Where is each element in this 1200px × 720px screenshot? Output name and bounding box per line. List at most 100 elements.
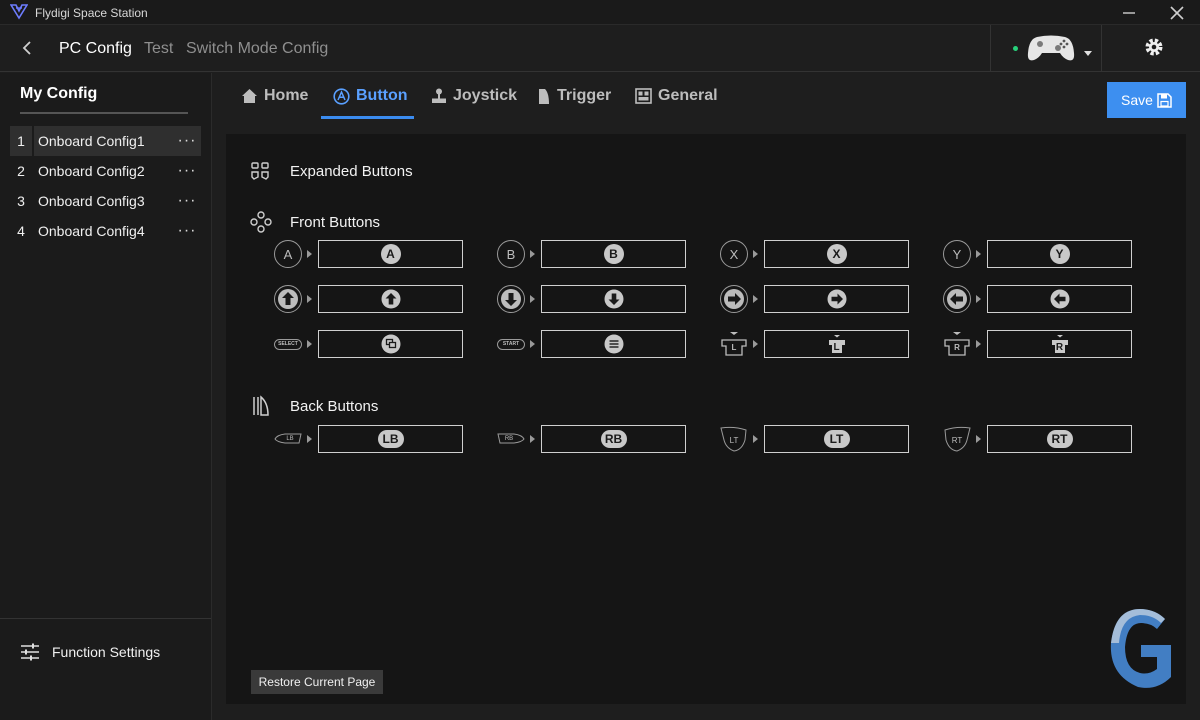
left-stick-icon: L — [827, 334, 847, 354]
save-button[interactable]: Save — [1107, 82, 1186, 118]
mapping-x: X X — [719, 239, 939, 269]
section-title: Back Buttons — [290, 397, 379, 415]
config-name: Onboard Config1 — [38, 133, 145, 149]
config-list: 1 Onboard Config1 ··· 2 Onboard Config2 … — [10, 126, 201, 246]
dpad-down-icon — [604, 289, 623, 309]
function-settings-button[interactable]: Function Settings — [20, 643, 160, 661]
lb-button-icon: LB — [273, 424, 303, 454]
mapping-target-y[interactable]: Y — [987, 240, 1132, 268]
config-item-2[interactable]: 2 Onboard Config2 ··· — [10, 156, 201, 186]
config-name: Onboard Config4 — [38, 223, 145, 239]
trigger-icon — [539, 88, 549, 104]
close-button[interactable] — [1155, 0, 1199, 25]
mapping-target-l-stick[interactable]: L — [764, 330, 909, 358]
more-options-button[interactable]: ··· — [173, 132, 201, 150]
config-number: 1 — [17, 133, 25, 149]
arrow-icon — [976, 250, 981, 258]
target-label: RB — [600, 430, 627, 448]
more-options-button[interactable]: ··· — [173, 162, 201, 180]
mapping-target-dpad-left[interactable] — [987, 285, 1132, 313]
mapping-target-dpad-down[interactable] — [541, 285, 686, 313]
select-button-icon: SELECT — [273, 329, 303, 359]
mapping-target-x[interactable]: X — [764, 240, 909, 268]
arrow-icon — [530, 295, 535, 303]
close-icon — [1170, 5, 1184, 20]
heading-underline — [20, 112, 188, 114]
tab-joystick[interactable]: Joystick — [431, 87, 517, 105]
right-stick-press-icon: R — [942, 329, 972, 359]
source-button-b: B — [496, 239, 526, 269]
divider — [32, 216, 34, 246]
arrow-icon — [976, 295, 981, 303]
settings-button[interactable] — [1143, 36, 1165, 63]
tab-button[interactable]: Button — [333, 87, 408, 105]
minimize-button[interactable] — [1107, 0, 1151, 25]
back-buttons-header: Back Buttons — [250, 395, 378, 417]
button-a-outline: A — [274, 240, 302, 268]
config-item-4[interactable]: 4 Onboard Config4 ··· — [10, 216, 201, 246]
more-options-button[interactable]: ··· — [173, 222, 201, 240]
lt-trigger-icon: LT — [719, 424, 749, 454]
top-nav: PC Config Test Switch Mode Config — [0, 25, 1200, 72]
mapping-target-a[interactable]: A — [318, 240, 463, 268]
window-title: Flydigi Space Station — [35, 6, 148, 20]
tab-general[interactable]: General — [635, 87, 718, 105]
tab-label: Joystick — [453, 87, 518, 104]
lb-label: LB — [286, 436, 294, 442]
device-selector[interactable] — [990, 25, 1102, 71]
button-x-outline: X — [720, 240, 748, 268]
mapping-dpad-down — [496, 284, 716, 314]
tab-home[interactable]: Home — [241, 87, 308, 105]
back-button[interactable] — [16, 37, 38, 59]
arrow-icon — [753, 250, 758, 258]
mapping-l-stick: L L — [719, 329, 939, 359]
joystick-icon — [432, 88, 446, 103]
mapping-target-lt[interactable]: LT — [764, 425, 909, 453]
mapping-target-dpad-up[interactable] — [318, 285, 463, 313]
mapping-target-rb[interactable]: RB — [541, 425, 686, 453]
mapping-r-stick: R R — [942, 329, 1162, 359]
section-title: Expanded Buttons — [290, 162, 413, 180]
gear-icon — [1145, 38, 1163, 56]
config-item-1[interactable]: 1 Onboard Config1 ··· — [10, 126, 201, 156]
expanded-buttons-header[interactable]: Expanded Buttons — [250, 161, 413, 181]
chevron-down-icon — [1083, 44, 1093, 62]
target-label: RT — [1046, 430, 1073, 448]
restore-current-page-button[interactable]: Restore Current Page — [251, 670, 383, 694]
arrow-icon — [753, 340, 758, 348]
mapping-a: A A — [273, 239, 493, 269]
mapping-b: B B — [496, 239, 716, 269]
mapping-rb: RB RB — [496, 424, 716, 454]
nav-tab-test[interactable]: Test — [144, 40, 173, 58]
chevron-left-icon — [22, 41, 31, 55]
config-name: Onboard Config3 — [38, 193, 145, 209]
mapping-target-select[interactable] — [318, 330, 463, 358]
dpad-up-icon — [381, 289, 400, 309]
back-buttons-icon — [253, 395, 269, 416]
connection-status-dot — [1013, 46, 1018, 51]
config-number: 3 — [17, 193, 25, 209]
mapping-target-b[interactable]: B — [541, 240, 686, 268]
mapping-target-rt[interactable]: RT — [987, 425, 1132, 453]
mapping-target-start[interactable] — [541, 330, 686, 358]
tab-trigger[interactable]: Trigger — [537, 87, 611, 105]
mapping-target-dpad-right[interactable] — [764, 285, 909, 313]
front-row-face-buttons: A A B B X X Y Y — [226, 239, 1186, 269]
mapping-rt: RT RT — [942, 424, 1162, 454]
more-options-button[interactable]: ··· — [173, 192, 201, 210]
config-item-3[interactable]: 3 Onboard Config3 ··· — [10, 186, 201, 216]
rb-label: RB — [504, 436, 514, 442]
config-tab-bar: Home Button Joystick Trigger General Sav… — [213, 73, 1200, 133]
save-label: Save — [1121, 92, 1153, 108]
select-label: SELECT — [278, 341, 298, 347]
target-label: A — [380, 244, 401, 264]
start-label: START — [502, 341, 520, 347]
target-label: Y — [1049, 244, 1070, 264]
nav-tab-pc-config[interactable]: PC Config — [59, 40, 132, 58]
mapping-target-r-stick[interactable]: R — [987, 330, 1132, 358]
arrow-icon — [530, 435, 535, 443]
nav-tab-switch-mode-config[interactable]: Switch Mode Config — [186, 40, 328, 58]
tab-label: Trigger — [557, 87, 612, 104]
mapping-target-lb[interactable]: LB — [318, 425, 463, 453]
mapping-dpad-up — [273, 284, 493, 314]
